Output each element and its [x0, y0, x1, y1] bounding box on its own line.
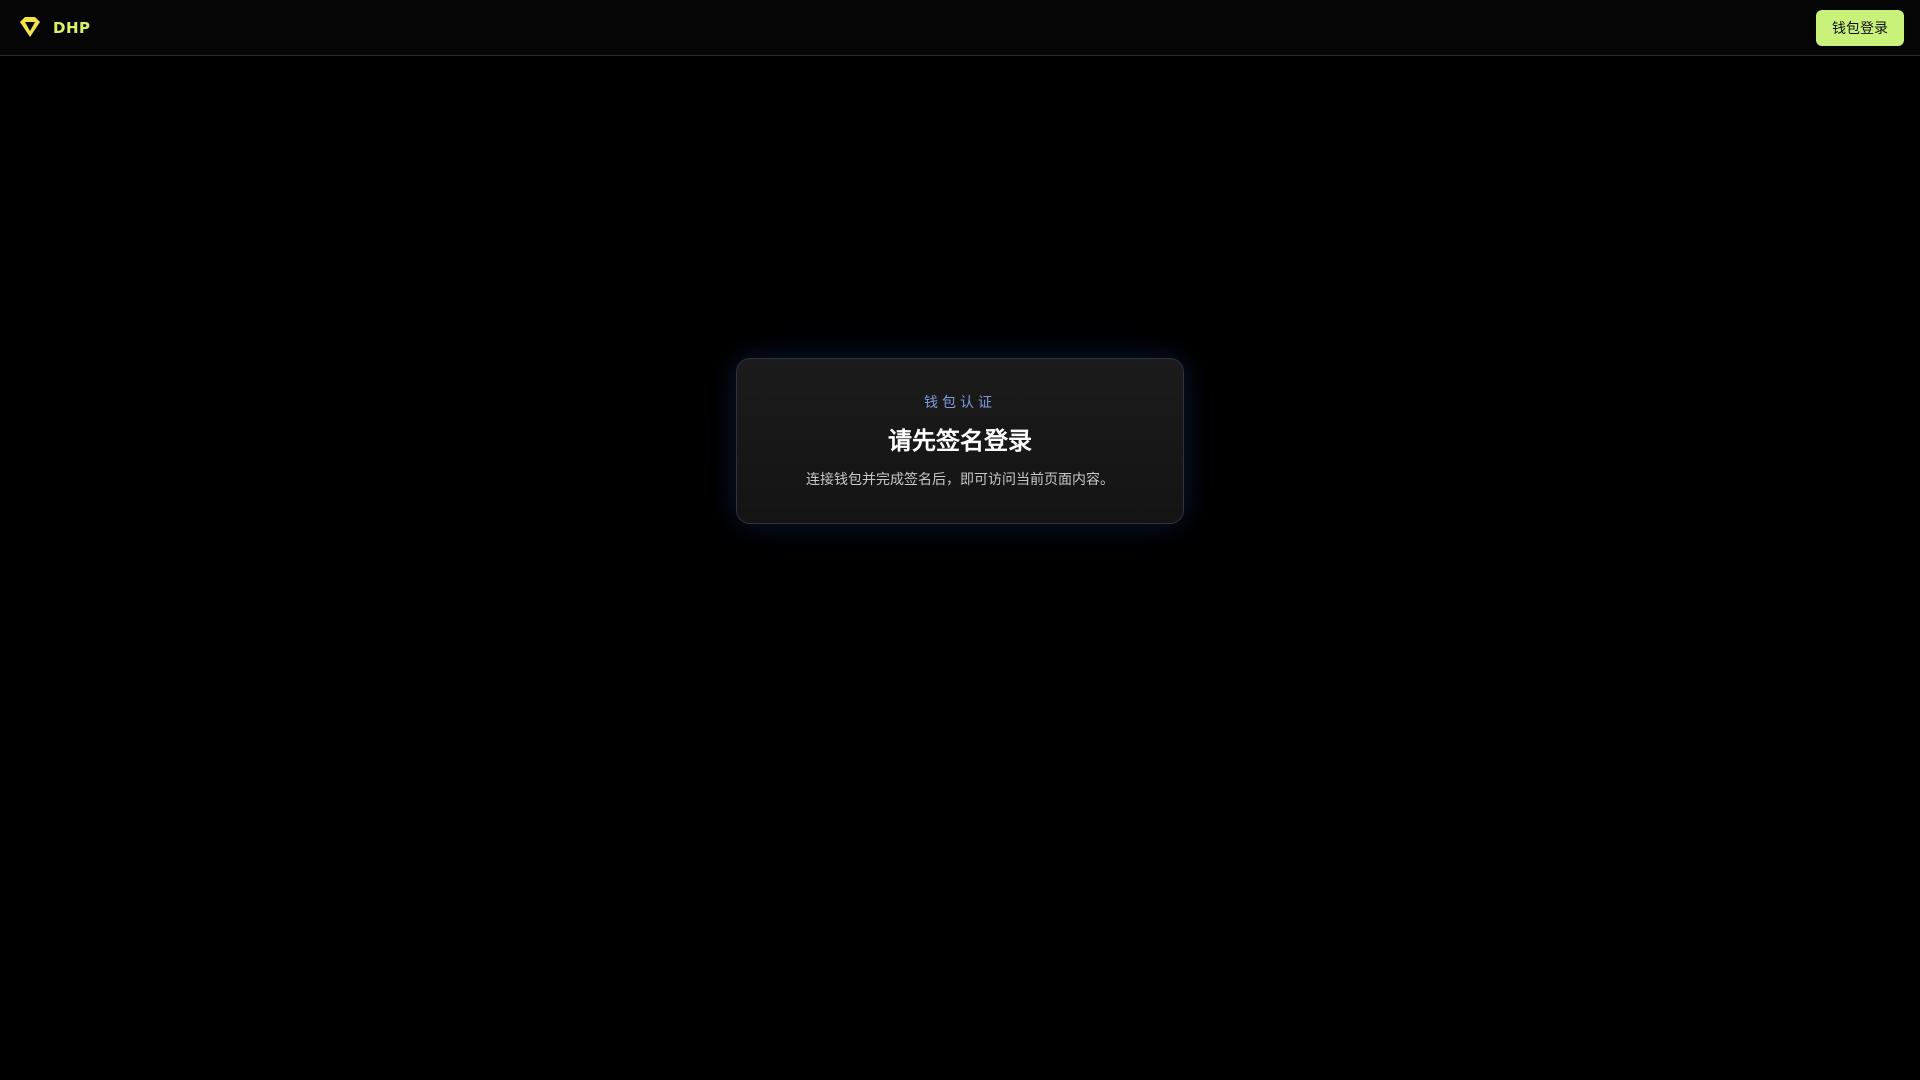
card-description: 连接钱包并完成签名后，即可访问当前页面内容。 — [806, 472, 1114, 488]
diamond-logo-icon — [20, 17, 40, 37]
wallet-login-button[interactable]: 钱包登录 — [1816, 10, 1904, 46]
top-bar: DHP 钱包登录 — [0, 0, 1920, 56]
brand[interactable]: DHP — [16, 14, 91, 42]
card-eyebrow: 钱包认证 — [924, 395, 996, 411]
brand-name: DHP — [53, 19, 91, 37]
auth-card: 钱包认证 请先签名登录 连接钱包并完成签名后，即可访问当前页面内容。 — [736, 358, 1184, 524]
card-title: 请先签名登录 — [888, 427, 1032, 455]
